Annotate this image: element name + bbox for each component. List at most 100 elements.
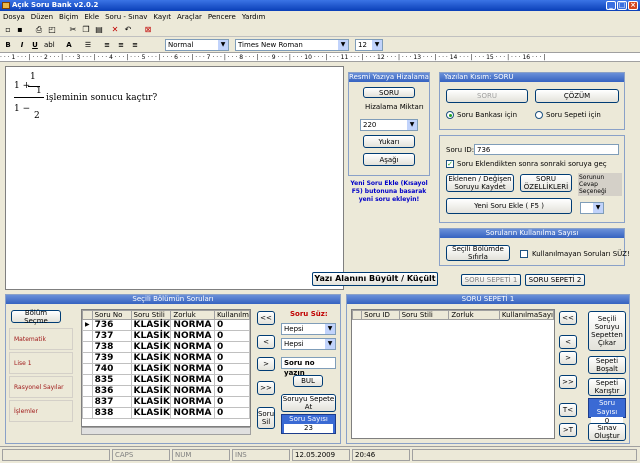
basket-first-button[interactable]: << [559,311,577,325]
basket-next-button[interactable]: > [559,351,577,365]
section-item-rasyonel[interactable]: Rasyonel Sayılar [9,376,73,398]
move-down-button[interactable]: >T [559,423,577,437]
add-to-basket-button[interactable]: Soruyu Sepete At [281,394,336,412]
bold-button[interactable]: B [3,40,13,50]
question-props-button[interactable]: SORU ÖZELLİKLERİ [520,174,572,192]
print-icon[interactable]: ⎙ [34,25,44,35]
menu-kayit[interactable]: Kayıt [150,13,174,21]
menu-bicim[interactable]: Biçim [56,13,81,21]
menu-pencere[interactable]: Pencere [205,13,239,21]
soru-id-input[interactable]: 736 [474,144,619,155]
save-icon[interactable]: ▪ [15,25,25,35]
italic-button[interactable]: I [17,40,27,50]
copy-icon[interactable]: ❐ [81,25,91,35]
col-zorluk[interactable]: Zorluk [170,310,215,320]
underline-button[interactable]: U [30,40,40,50]
table-row[interactable]: 738 KLASİK NORMA 0 [82,341,250,353]
delete-icon[interactable]: ✕ [110,25,120,35]
table-row[interactable]: ▶ 736 KLASİK NORMA 0 [82,319,250,331]
soru-bankasi-radio[interactable] [446,111,454,119]
menu-araclar[interactable]: Araçlar [174,13,205,21]
col-zorluk[interactable]: Zorluk [448,310,500,320]
bullets-icon[interactable]: ☰ [83,40,93,50]
basket-tab-2[interactable]: SORU SEPETİ 2 [525,274,585,286]
create-exam-button[interactable]: Sınav Oluştur [588,423,626,441]
filter-unused-checkbox[interactable] [520,250,528,258]
basket-tab-1[interactable]: SORU SEPETİ 1 [461,274,521,286]
maximize-button[interactable]: □ [617,1,627,10]
prev-button[interactable]: < [257,335,275,349]
move-up-button[interactable]: T< [559,403,577,417]
find-button[interactable]: BUL [293,375,323,387]
size-select[interactable]: 12 ▼ [355,39,383,51]
shuffle-basket-button[interactable]: Sepeti Karıştır [588,378,626,396]
soru-align-button[interactable]: SORU [363,87,415,98]
save-question-button[interactable]: Eklenen / Değişen Soruyu Kaydet [446,174,514,192]
soru-button[interactable]: SORU [446,89,528,103]
section-item-lise[interactable]: Lise 1 [9,352,73,374]
menu-ekle[interactable]: Ekle [81,13,102,21]
reset-usage-button[interactable]: Seçili Bölümde Sıfırla [446,245,510,261]
menu-yardim[interactable]: Yardım [239,13,269,21]
table-row[interactable]: 737 KLASİK NORMA 0 [82,330,250,342]
preview-icon[interactable]: ◰ [47,25,57,35]
table-row[interactable]: 740 KLASİK NORMA 0 [82,363,250,375]
col-soru-id[interactable]: Soru ID [361,310,400,320]
enlarge-button[interactable]: Yazı Alanını Büyült / Küçült [312,272,438,286]
cozum-button[interactable]: ÇÖZÜM [535,89,619,103]
table-row[interactable]: 739 KLASİK NORMA 0 [82,352,250,364]
question-number-input[interactable]: Soru no yazın [281,357,336,377]
paste-icon[interactable]: ▤ [94,25,104,35]
col-soru-no[interactable]: Soru No [91,310,132,320]
menu-dosya[interactable]: Dosya [0,13,28,21]
new-icon[interactable]: ▫ [3,25,13,35]
close-button[interactable]: × [628,1,638,10]
soru-sepeti-radio[interactable] [535,111,543,119]
section-item-matematik[interactable]: Matematik [9,328,73,350]
strike-button[interactable]: abl [44,40,55,50]
col-soru-stili[interactable]: Soru Stili [130,310,172,320]
col-soru-stili[interactable]: Soru Stili [398,310,450,320]
question-grid[interactable]: Soru No Soru Stili Zorluk Kullanılm ▶ 736 KLA… [81,309,251,427]
basket-prev-button[interactable]: < [559,335,577,349]
grid-scrollbar[interactable] [81,427,251,435]
empty-basket-button[interactable]: Sepeti Boşalt [588,356,626,374]
table-row[interactable]: 838 KLASİK NORMA 0 [82,407,250,419]
align-left-icon[interactable]: ≡ [102,40,112,50]
exit-icon[interactable]: ⊠ [143,25,153,35]
remove-from-basket-button[interactable]: Seçili Soruyu Sepetten Çıkar [588,311,626,351]
align-center-icon[interactable]: ≡ [116,40,126,50]
up-button[interactable]: Yukarı [363,135,415,148]
cut-icon[interactable]: ✂ [68,25,78,35]
section-item-islemler[interactable]: İşlemler [9,400,73,422]
minimize-button[interactable]: _ [606,1,616,10]
new-question-button[interactable]: Yeni Soru Ekle ( F5 ) [446,198,572,214]
filter-difficulty-select[interactable]: Hepsi ▼ [281,338,336,350]
first-button[interactable]: << [257,311,275,325]
last-button[interactable]: >> [257,381,275,395]
col-kullanim[interactable]: Kullanılm [213,310,250,320]
answer-option-select[interactable]: ▼ [580,202,604,214]
table-row[interactable]: 837 KLASİK NORMA 0 [82,396,250,408]
question-editor[interactable]: 1 1 + 1 1 − 2 işleminin sonucu kaçtır? [5,66,344,290]
basket-last-button[interactable]: >> [559,375,577,389]
font-color-icon[interactable]: A [64,40,74,50]
align-right-icon[interactable]: ≡ [130,40,140,50]
next-question-checkbox[interactable]: ✓ [446,160,454,168]
align-amount-select[interactable]: 220 ▼ [360,119,418,131]
style-select[interactable]: Normal ▼ [165,39,229,51]
font-select[interactable]: Times New Roman ▼ [235,39,349,51]
menu-soru-sinav[interactable]: Soru - Sınav [102,13,150,21]
section-select-button[interactable]: Bölüm Seçme [11,309,61,325]
next-button[interactable]: > [257,357,275,371]
filter-style-select[interactable]: Hepsi ▼ [281,323,336,335]
undo-icon[interactable]: ↶ [123,25,133,35]
delete-question-button[interactable]: Soru Sil [257,407,275,429]
table-row[interactable]: 836 KLASİK NORMA 0 [82,385,250,397]
menu-duzen[interactable]: Düzen [28,13,56,21]
down-button[interactable]: Aşağı [363,153,415,166]
col-kullanim-sayisi[interactable]: KullanılmaSayı [498,310,554,320]
table-row[interactable]: 835 KLASİK NORMA 0 [82,374,250,386]
ruler[interactable]: · · · 1 · · · | · · · 2 · · · | · · · 3 … [0,52,640,62]
basket-grid[interactable]: Soru ID Soru Stili Zorluk KullanılmaSayı [351,309,555,439]
